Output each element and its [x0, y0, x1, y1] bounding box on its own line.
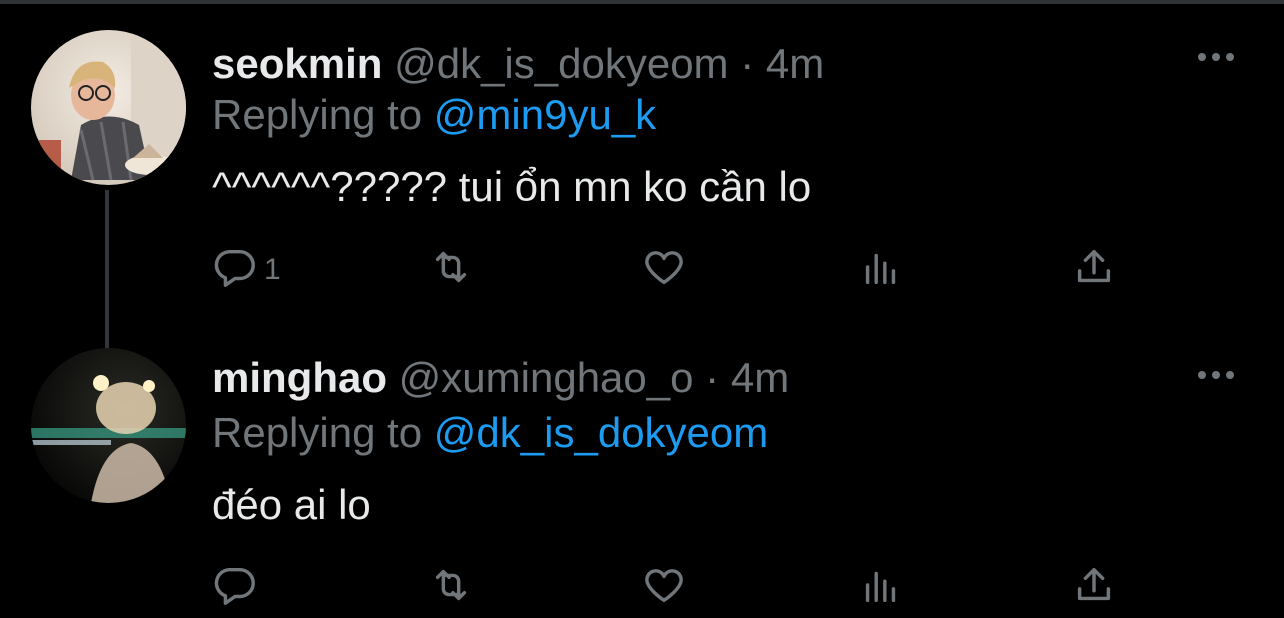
tweet-header: seokmin @dk_is_dokyeom · 4m — [212, 38, 824, 90]
separator-dot: · — [705, 354, 720, 401]
mention-link[interactable]: @dk_is_dokyeom — [434, 409, 768, 456]
like-button[interactable] — [641, 562, 687, 613]
tweet-header: minghao @xuminghao_o · 4m — [212, 352, 789, 404]
reply-button[interactable]: 1 — [212, 244, 281, 295]
reply-count: 1 — [264, 252, 281, 286]
tweet-text: ^^^^^^????? tui ổn mn ko cần lo — [212, 163, 812, 210]
replying-to-label: Replying to — [212, 409, 423, 456]
display-name[interactable]: seokmin — [212, 40, 382, 87]
heart-icon — [641, 562, 687, 613]
avatar[interactable] — [31, 348, 186, 503]
separator-dot: · — [740, 40, 755, 87]
like-button[interactable] — [641, 244, 687, 295]
more-options-icon[interactable] — [1198, 365, 1242, 385]
views-button[interactable] — [858, 244, 904, 295]
user-handle[interactable]: @xuminghao_o — [399, 354, 694, 401]
share-button[interactable] — [1071, 244, 1117, 295]
replying-to: Replying to @dk_is_dokyeom — [212, 407, 768, 459]
share-button[interactable] — [1071, 562, 1117, 613]
replying-to-label: Replying to — [212, 91, 423, 138]
retweet-button[interactable] — [428, 562, 474, 613]
timestamp[interactable]: 4m — [731, 354, 789, 401]
reply-icon — [212, 562, 258, 613]
timestamp[interactable]: 4m — [766, 40, 824, 87]
heart-icon — [641, 244, 687, 295]
analytics-icon — [858, 244, 904, 295]
tweet-actions — [0, 562, 1284, 618]
share-icon — [1071, 562, 1117, 613]
retweet-icon — [428, 244, 474, 295]
avatar[interactable] — [31, 30, 186, 185]
user-handle[interactable]: @dk_is_dokyeom — [394, 40, 728, 87]
share-icon — [1071, 244, 1117, 295]
views-button[interactable] — [858, 562, 904, 613]
mention-link[interactable]: @min9yu_k — [434, 91, 656, 138]
retweet-button[interactable] — [428, 244, 474, 295]
tweet-actions: 1 — [0, 244, 1284, 300]
reply-icon — [212, 244, 258, 295]
tweet-text: đéo ai lo — [212, 481, 371, 528]
analytics-icon — [858, 562, 904, 613]
more-options-icon[interactable] — [1198, 47, 1242, 67]
top-divider — [0, 0, 1284, 4]
reply-button[interactable] — [212, 562, 264, 613]
replying-to: Replying to @min9yu_k — [212, 89, 656, 141]
display-name[interactable]: minghao — [212, 354, 387, 401]
retweet-icon — [428, 562, 474, 613]
